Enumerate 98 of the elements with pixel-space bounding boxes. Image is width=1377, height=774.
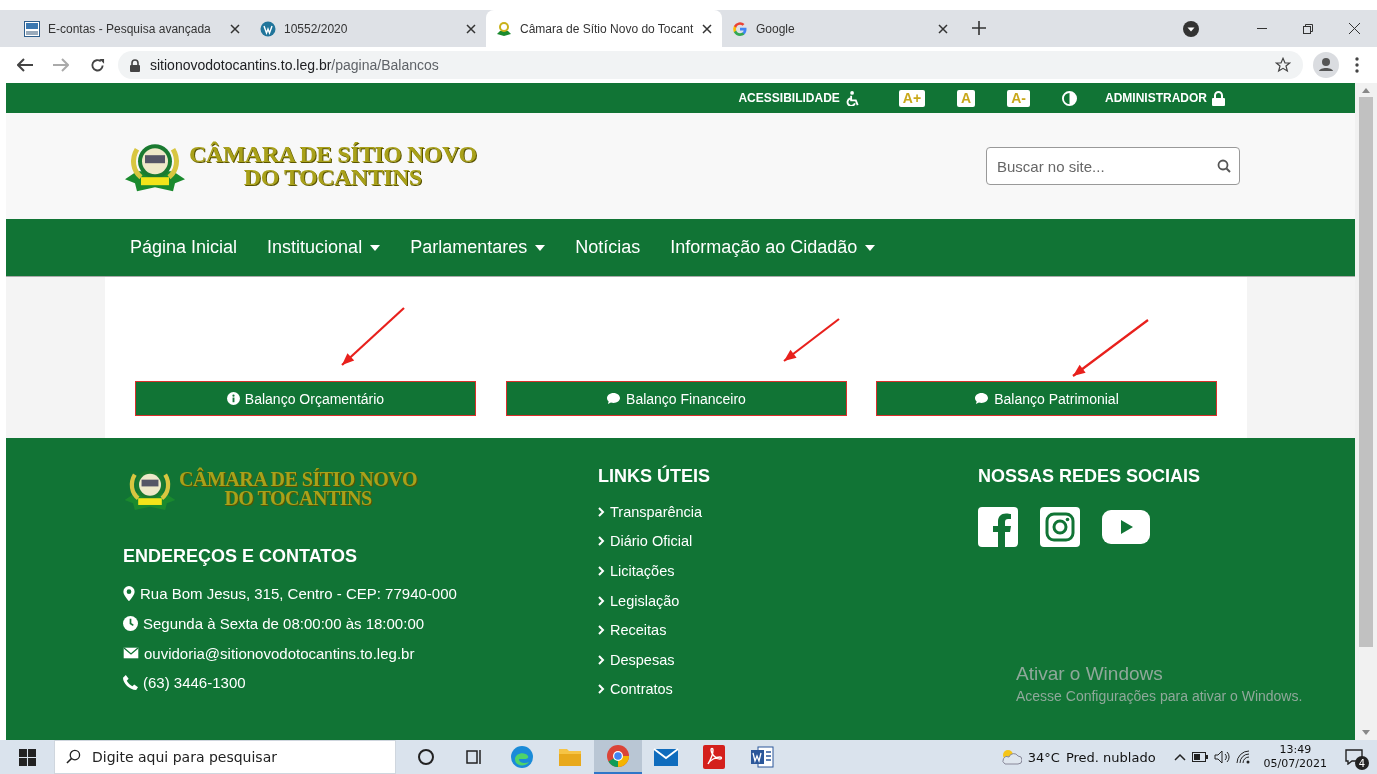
contact-text: Segunda à Sexta de 08:00:00 às 18:00:00 [143, 614, 425, 632]
footer-site-title: CÂMARA DE SÍTIO NOVO DO TOCANTINS [179, 469, 417, 508]
footer-link[interactable]: Transparência [598, 497, 978, 527]
contact-text: Rua Bom Jesus, 315, Centro - CEP: 77940-000 [140, 585, 457, 603]
nav-menu-item[interactable]: Institucional [267, 237, 396, 258]
google-icon [732, 20, 748, 37]
chevron-icon [598, 595, 605, 606]
wheelchair-icon [844, 90, 861, 106]
footer-link[interactable]: Legislação [598, 585, 978, 616]
chevron-icon [598, 536, 605, 547]
chevron-up-icon[interactable] [1173, 753, 1186, 761]
footer-link[interactable]: Licitações [598, 556, 978, 586]
social-heading: NOSSAS REDES SOCIAIS [978, 466, 1202, 487]
envelope-icon [123, 647, 139, 660]
battery-icon[interactable] [1191, 752, 1208, 762]
chevron-icon [598, 654, 605, 665]
task-view-icon[interactable] [465, 748, 483, 766]
close-icon[interactable] [230, 23, 240, 34]
scroll-down-icon[interactable] [1362, 730, 1370, 736]
nav-menu-item[interactable]: Notícias [575, 237, 656, 258]
links-heading: LINKS ÚTEIS [598, 466, 711, 487]
notification-icon[interactable] [1345, 749, 1363, 765]
clock-date[interactable]: 05/07/2021 [1263, 757, 1327, 772]
contact-text: (63) 3446-1300 [143, 674, 246, 692]
location-pin-icon [123, 586, 135, 602]
contact-text: ouvidoria@sitionovodotocantins.to.leg.br [144, 644, 415, 662]
new-tab-icon[interactable] [972, 21, 986, 35]
search-icon[interactable] [1217, 159, 1231, 173]
clock-icon [123, 615, 138, 631]
youtube-icon[interactable] [1102, 510, 1150, 544]
cortana-icon[interactable] [417, 748, 435, 766]
browser-tab[interactable]: E-contas - Pesquisa avançada [14, 10, 250, 47]
wifi-icon[interactable] [1235, 750, 1252, 764]
contacts-heading: ENDEREÇOS E CONTATOS [123, 545, 359, 567]
nav-menu-item[interactable]: Informação ao Cidadão [670, 237, 891, 258]
close-icon[interactable] [702, 23, 712, 34]
lock-icon [1212, 90, 1225, 106]
star-icon[interactable] [1275, 57, 1291, 73]
menu-icon[interactable] [1355, 57, 1359, 73]
arrow-drawing [341, 307, 405, 366]
search-icon [66, 749, 81, 764]
wordpress-icon [260, 20, 276, 37]
browser-tab[interactable]: Google [722, 10, 958, 47]
footer-link[interactable]: Diário Oficial [598, 526, 978, 557]
close-icon[interactable] [1348, 23, 1360, 34]
clock-time[interactable]: 13:49 [1279, 742, 1312, 757]
site-icon [24, 20, 40, 37]
address-bar[interactable]: sitionovodotocantins.to.leg.br/pagina/Balancos [118, 51, 1303, 79]
instagram-icon[interactable] [1040, 507, 1080, 547]
nav-menu-item[interactable]: Página Inicial [130, 237, 253, 258]
balance-button[interactable]: Balanço Financeiro [505, 381, 847, 416]
taskbar-search-field[interactable]: Digite aqui para pesquisar [54, 740, 396, 774]
activation-title: Ativar o Windows [1016, 663, 1164, 685]
speech-bubble-icon [606, 392, 622, 405]
footer-link[interactable]: Despesas [598, 644, 978, 675]
scrollbar[interactable] [1355, 83, 1377, 740]
browser-tab[interactable]: 10552/2020 [250, 10, 486, 47]
weather-text: Pred. nublado [1065, 749, 1156, 765]
contrast-icon[interactable] [1062, 90, 1077, 106]
restore-icon[interactable] [1303, 23, 1313, 34]
emblem-icon [496, 20, 512, 37]
info-icon [226, 392, 240, 405]
temperature-text: 34°C [1027, 749, 1060, 765]
footer-link[interactable]: Contratos [598, 674, 978, 705]
facebook-icon[interactable] [978, 507, 1018, 547]
reload-icon[interactable] [89, 57, 105, 73]
balance-button[interactable]: Balanço Patrimonial [876, 381, 1217, 416]
cloud-icon [999, 749, 1022, 765]
word-icon[interactable] [750, 746, 774, 768]
activation-message: Acesse Configurações para ativar o Windows. [1016, 688, 1303, 704]
back-icon[interactable] [17, 58, 33, 72]
tab-search-icon[interactable] [1183, 20, 1199, 37]
chevron-icon [598, 684, 605, 695]
scroll-up-icon[interactable] [1362, 87, 1370, 93]
arrow-drawing [783, 318, 840, 362]
close-icon[interactable] [938, 23, 948, 34]
edge-icon[interactable] [510, 745, 534, 769]
mail-icon[interactable] [653, 747, 679, 767]
admin-button[interactable]: ADMINISTRADOR [1099, 89, 1231, 107]
chevron-icon [598, 506, 605, 517]
nav-menu-item[interactable]: Parlamentares [410, 237, 561, 258]
footer-link[interactable]: Receitas [598, 615, 978, 645]
acrobat-icon[interactable] [703, 745, 725, 769]
notification-count: 4 [1355, 756, 1369, 770]
chevron-icon [598, 566, 605, 576]
speaker-icon[interactable] [1213, 750, 1230, 764]
profile-icon[interactable] [1313, 52, 1339, 78]
speech-bubble-icon [974, 392, 990, 405]
windows-start-icon[interactable] [18, 748, 36, 766]
phone-icon [123, 675, 138, 691]
minimize-icon[interactable] [1257, 27, 1267, 30]
search-field[interactable]: Buscar no site... [986, 147, 1240, 185]
chevron-icon [598, 625, 605, 636]
chrome-icon[interactable] [606, 744, 630, 768]
accessibility-button[interactable]: ACESSIBILIDADE [732, 89, 867, 107]
lock-icon [130, 58, 140, 72]
balance-button[interactable]: Balanço Orçamentário [135, 381, 476, 416]
close-icon[interactable] [466, 23, 476, 34]
